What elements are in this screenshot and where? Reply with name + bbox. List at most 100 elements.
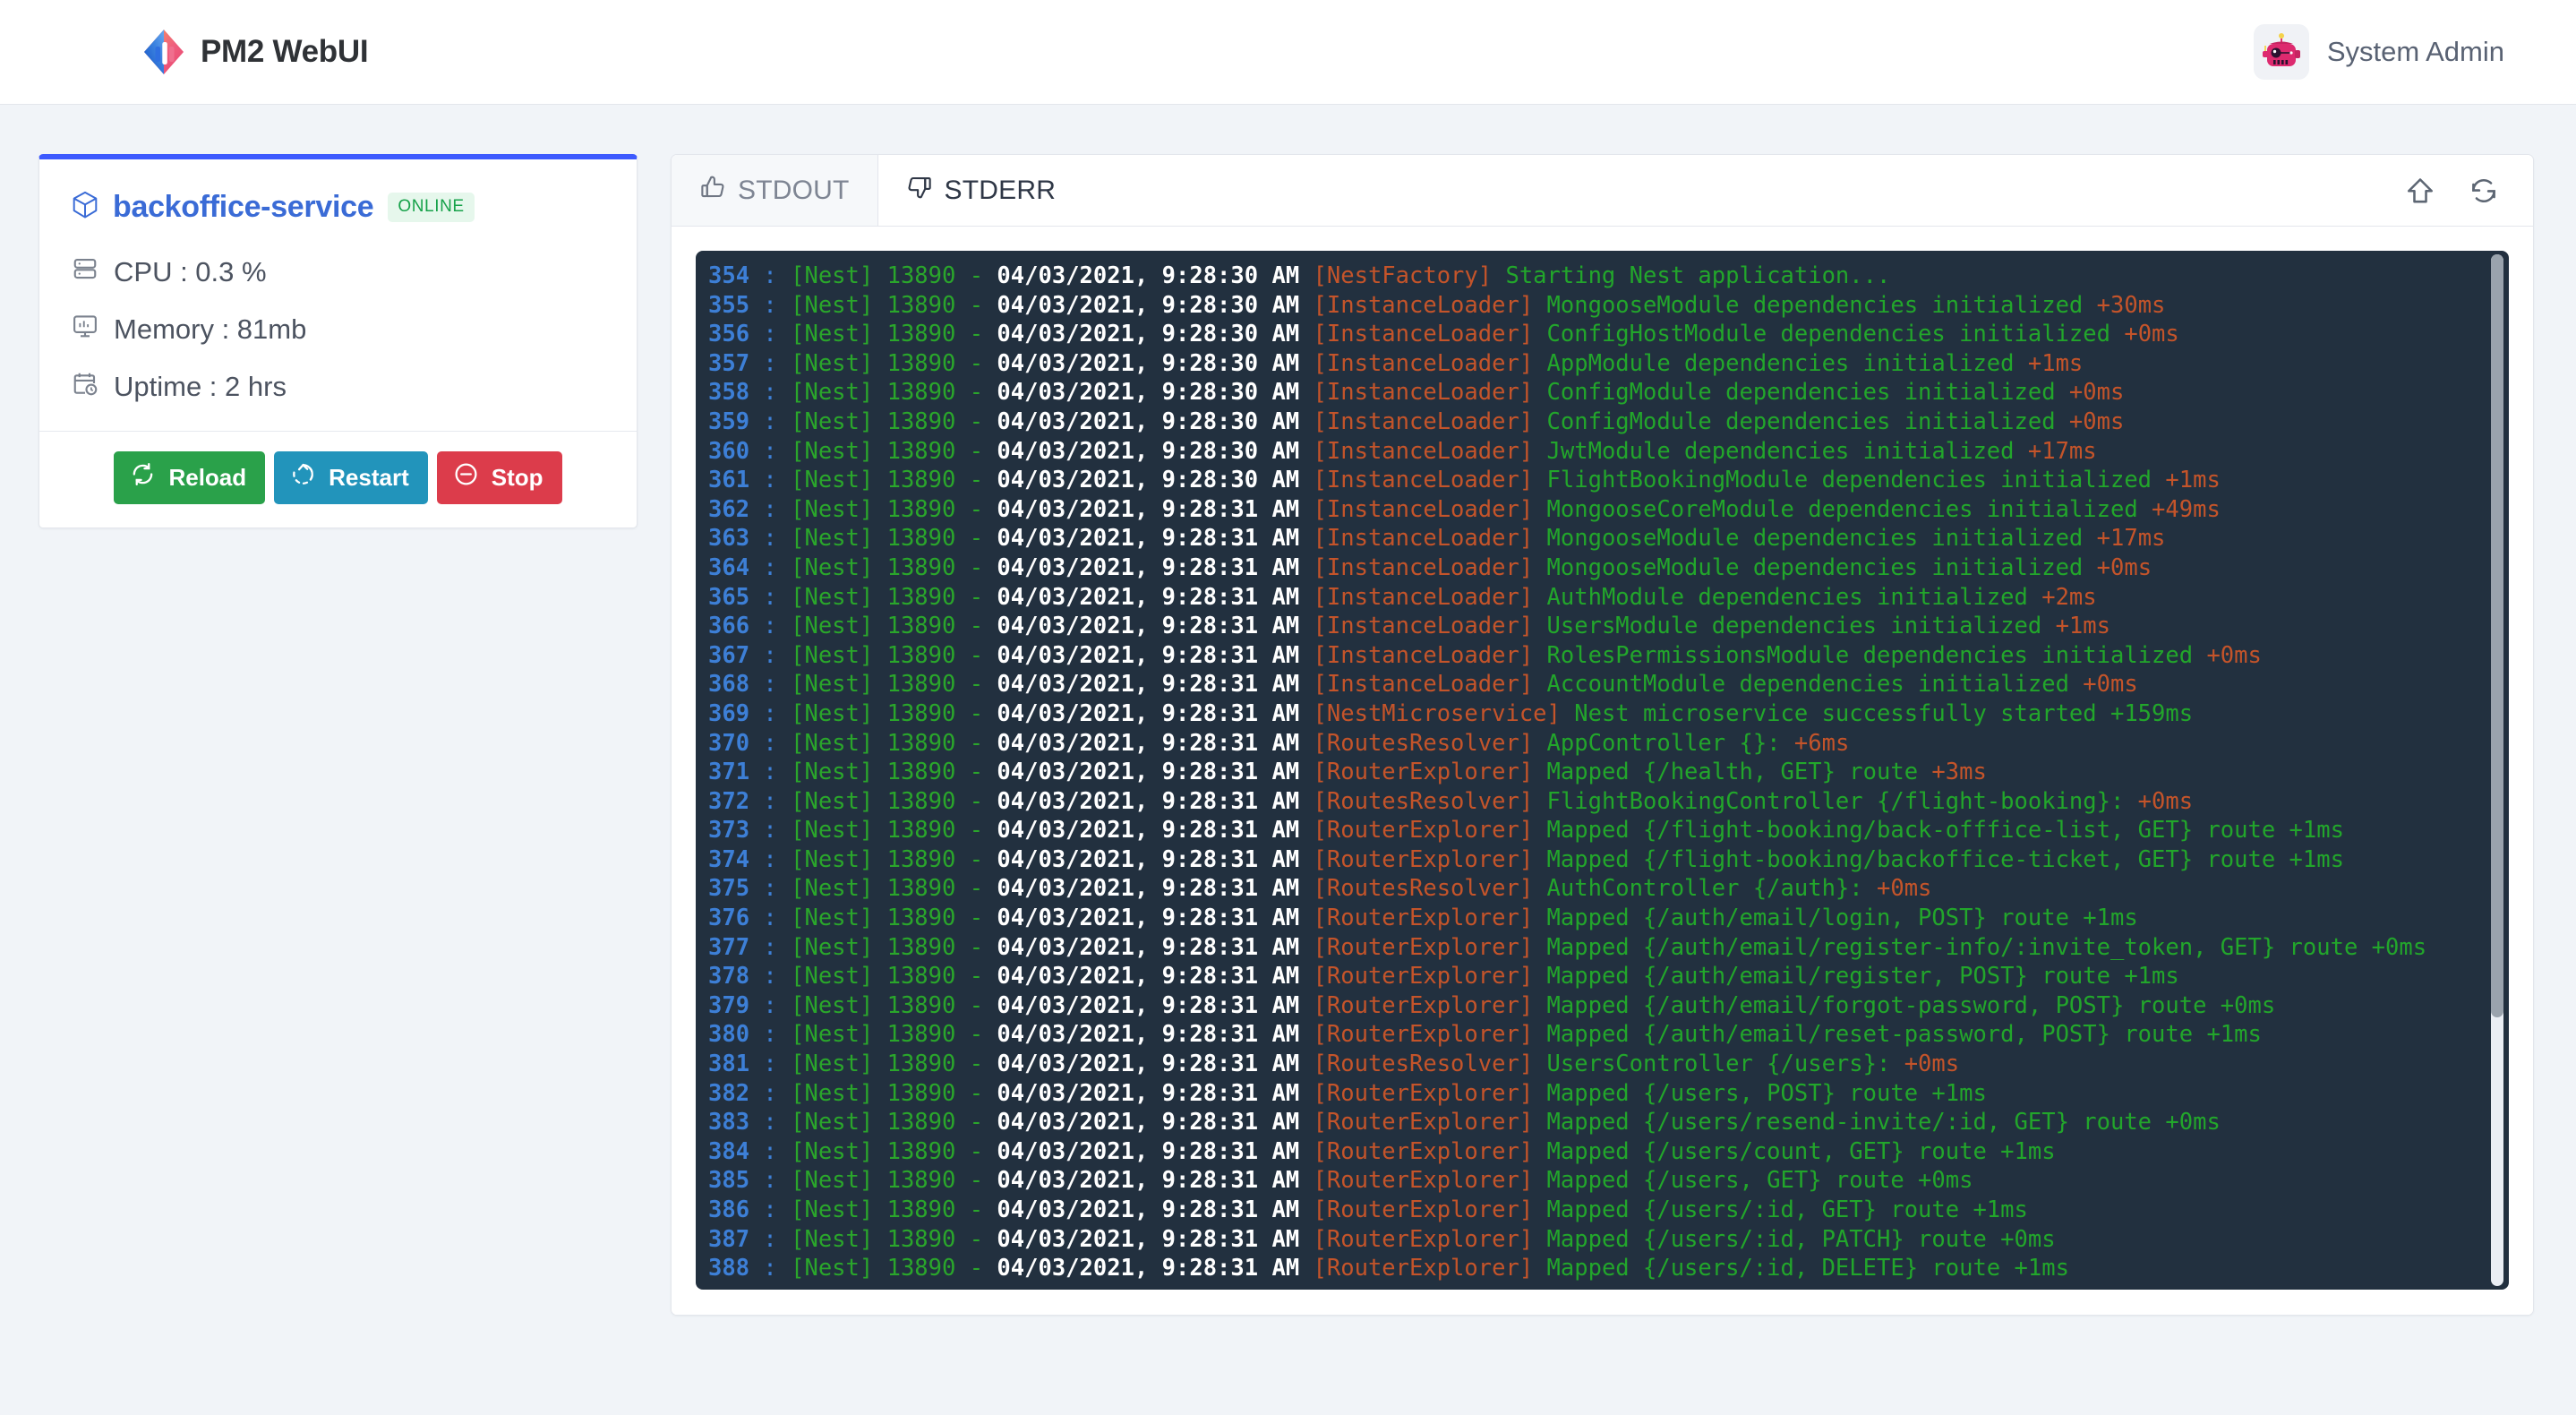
terminal-line: 358 : [Nest] 13890 - 04/03/2021, 9:28:30…	[708, 378, 2509, 407]
line-number: 369	[708, 699, 750, 727]
log-message: UsersModule dependencies initialized	[1546, 613, 2042, 640]
log-timestamp: 04/03/2021, 9:28:31 AM	[997, 933, 1314, 961]
log-timing: +3ms	[1918, 759, 1987, 786]
minus-circle-icon	[453, 461, 479, 493]
line-number: 362	[708, 495, 750, 523]
line-number: 385	[708, 1167, 750, 1195]
line-number: 384	[708, 1137, 750, 1165]
log-timing: +49ms	[2137, 495, 2221, 523]
restart-button-label: Restart	[329, 463, 409, 491]
line-separator: :	[749, 1196, 792, 1223]
log-context: [RouterExplorer]	[1313, 1196, 1547, 1223]
log-prefix: [Nest] 13890 -	[791, 1196, 997, 1223]
log-prefix: [Nest] 13890 -	[791, 699, 997, 727]
arrow-up-icon[interactable]	[2405, 176, 2435, 206]
line-number: 366	[708, 613, 750, 640]
log-prefix: [Nest] 13890 -	[791, 1109, 997, 1136]
log-prefix: [Nest] 13890 -	[791, 1255, 997, 1282]
terminal-line: 367 : [Nest] 13890 - 04/03/2021, 9:28:31…	[708, 641, 2509, 671]
line-number: 368	[708, 671, 750, 699]
refresh-icon[interactable]	[2469, 176, 2499, 206]
terminal-line: 383 : [Nest] 13890 - 04/03/2021, 9:28:31…	[708, 1108, 2509, 1137]
log-context: [RouterExplorer]	[1313, 963, 1547, 990]
line-separator: :	[749, 1051, 792, 1078]
log-context: [RouterExplorer]	[1313, 1021, 1547, 1049]
log-timing: +0ms	[2068, 671, 2138, 699]
log-prefix: [Nest] 13890 -	[791, 1021, 997, 1049]
log-prefix: [Nest] 13890 -	[791, 991, 997, 1019]
log-prefix: [Nest] 13890 -	[791, 553, 997, 581]
line-separator: :	[749, 729, 792, 757]
terminal-line: 371 : [Nest] 13890 - 04/03/2021, 9:28:31…	[708, 758, 2509, 787]
log-timestamp: 04/03/2021, 9:28:30 AM	[997, 262, 1314, 289]
process-card-body: backoffice-service ONLINE CPU : 0.3 % Me…	[39, 159, 637, 431]
line-number: 380	[708, 1021, 750, 1049]
line-number: 367	[708, 641, 750, 669]
log-context: [InstanceLoader]	[1313, 553, 1547, 581]
line-number: 372	[708, 787, 750, 815]
log-timestamp: 04/03/2021, 9:28:31 AM	[997, 1196, 1314, 1223]
log-timestamp: 04/03/2021, 9:28:31 AM	[997, 1109, 1314, 1136]
log-timestamp: 04/03/2021, 9:28:30 AM	[997, 437, 1314, 465]
terminal-scrollbar[interactable]	[2491, 254, 2503, 1286]
line-number: 373	[708, 817, 750, 845]
log-timestamp: 04/03/2021, 9:28:31 AM	[997, 729, 1314, 757]
log-message: Mapped {/users/resend-invite/:id, GET} r…	[1546, 1109, 2221, 1136]
line-separator: :	[749, 349, 792, 377]
line-separator: :	[749, 759, 792, 786]
page-content: backoffice-service ONLINE CPU : 0.3 % Me…	[0, 105, 2576, 1316]
log-message: FlightBookingController {/flight-booking…	[1546, 787, 2125, 815]
log-timestamp: 04/03/2021, 9:28:31 AM	[997, 905, 1314, 932]
log-prefix: [Nest] 13890 -	[791, 437, 997, 465]
log-message: Mapped {/flight-booking/back-offfice-lis…	[1546, 817, 2344, 845]
stop-button-label: Stop	[491, 463, 543, 491]
process-name[interactable]: backoffice-service	[113, 190, 374, 225]
log-timestamp: 04/03/2021, 9:28:31 AM	[997, 613, 1314, 640]
terminal-line: 361 : [Nest] 13890 - 04/03/2021, 9:28:30…	[708, 466, 2509, 495]
terminal-output[interactable]: 354 : [Nest] 13890 - 04/03/2021, 9:28:30…	[696, 251, 2509, 1290]
log-timestamp: 04/03/2021, 9:28:30 AM	[997, 321, 1314, 348]
user-menu[interactable]: System Admin	[2253, 24, 2504, 80]
tab-stdout[interactable]: STDOUT	[672, 155, 878, 226]
log-timing: +0ms	[1862, 875, 1932, 903]
terminal-line: 373 : [Nest] 13890 - 04/03/2021, 9:28:31…	[708, 816, 2509, 845]
log-context: [RouterExplorer]	[1313, 1109, 1547, 1136]
terminal-line: 372 : [Nest] 13890 - 04/03/2021, 9:28:31…	[708, 787, 2509, 817]
stat-memory: Memory : 81mb	[72, 313, 604, 347]
log-timestamp: 04/03/2021, 9:28:31 AM	[997, 641, 1314, 669]
terminal-scrollbar-thumb[interactable]	[2491, 254, 2503, 1018]
log-timestamp: 04/03/2021, 9:28:31 AM	[997, 1079, 1314, 1107]
stop-button[interactable]: Stop	[436, 451, 562, 504]
log-timestamp: 04/03/2021, 9:28:31 AM	[997, 525, 1314, 553]
log-tools	[2405, 155, 2533, 226]
reload-button[interactable]: Reload	[114, 451, 266, 504]
log-message: ConfigModule dependencies initialized	[1546, 379, 2056, 407]
log-context: [InstanceLoader]	[1313, 349, 1547, 377]
log-message: MongooseModule dependencies initialized	[1546, 291, 2084, 319]
line-number: 376	[708, 905, 750, 932]
restart-button[interactable]: Restart	[274, 451, 428, 504]
log-context: [RouterExplorer]	[1313, 991, 1547, 1019]
log-message: Mapped {/users/:id, GET} route +1ms	[1546, 1196, 2028, 1223]
line-separator: :	[749, 817, 792, 845]
log-prefix: [Nest] 13890 -	[791, 817, 997, 845]
tab-stderr[interactable]: STDERR	[877, 155, 1084, 226]
terminal-line: 370 : [Nest] 13890 - 04/03/2021, 9:28:31…	[708, 729, 2509, 759]
log-context: [RouterExplorer]	[1313, 1167, 1547, 1195]
refresh-icon	[130, 461, 156, 493]
log-context: [RoutesResolver]	[1313, 875, 1547, 903]
terminal-line: 357 : [Nest] 13890 - 04/03/2021, 9:28:30…	[708, 349, 2509, 379]
log-timestamp: 04/03/2021, 9:28:31 AM	[997, 875, 1314, 903]
brand[interactable]: PM2 WebUI	[143, 29, 369, 75]
log-context: [RouterExplorer]	[1313, 1079, 1547, 1107]
cpu-label: CPU : 0.3 %	[114, 256, 267, 287]
log-timestamp: 04/03/2021, 9:28:30 AM	[997, 349, 1314, 377]
log-context: [RouterExplorer]	[1313, 1137, 1547, 1165]
log-timestamp: 04/03/2021, 9:28:30 AM	[997, 291, 1314, 319]
line-number: 375	[708, 875, 750, 903]
log-context: [InstanceLoader]	[1313, 671, 1547, 699]
log-timestamp: 04/03/2021, 9:28:31 AM	[997, 817, 1314, 845]
log-timestamp: 04/03/2021, 9:28:31 AM	[997, 1051, 1314, 1078]
log-panel-column: STDOUT STDERR 354: [Nest] 13890 - 04/03…	[638, 154, 2576, 1316]
log-message: Mapped {/health, GET} route	[1546, 759, 1919, 786]
